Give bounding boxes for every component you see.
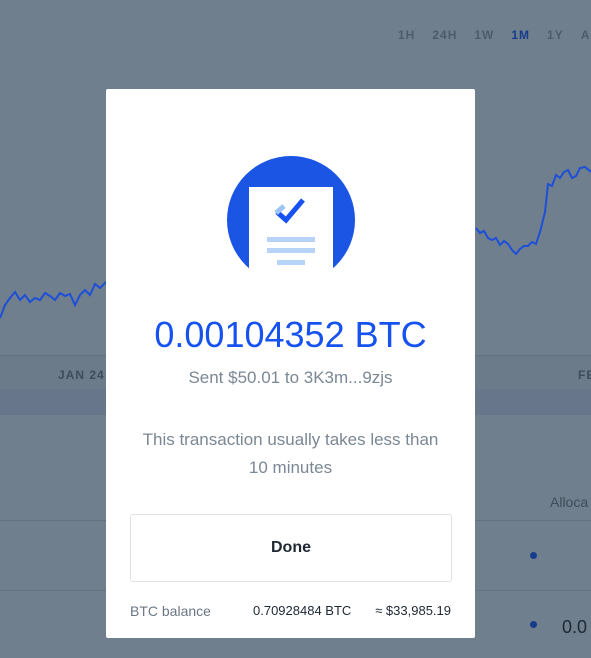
price-line-left xyxy=(0,281,107,319)
sent-amount: 0.00104352 BTC xyxy=(154,314,427,355)
balance-usd-value: ≈ $33,985.19 xyxy=(375,603,451,618)
balance-label: BTC balance xyxy=(130,603,211,619)
date-label-feb: FE xyxy=(578,368,591,382)
allocation-column-header: Alloca xyxy=(550,494,589,510)
balance-btc-value: 0.70928484 BTC xyxy=(253,603,352,618)
row-balance-value: 0.0 xyxy=(562,617,588,637)
date-label-jan24: JAN 24 xyxy=(58,368,105,382)
allocation-dot xyxy=(530,621,537,628)
done-button[interactable]: Done xyxy=(130,514,452,582)
sent-summary: Sent $50.01 to 3K3m...9zjs xyxy=(188,368,393,387)
transaction-sent-modal: 0.00104352 BTC Sent $50.01 to 3K3m...9zj… xyxy=(106,89,475,638)
allocation-dot xyxy=(530,552,537,559)
transaction-document-check-icon xyxy=(227,156,355,274)
price-line-right xyxy=(475,165,591,256)
confirmation-time-notice: This transaction usually takes less than… xyxy=(142,430,439,477)
